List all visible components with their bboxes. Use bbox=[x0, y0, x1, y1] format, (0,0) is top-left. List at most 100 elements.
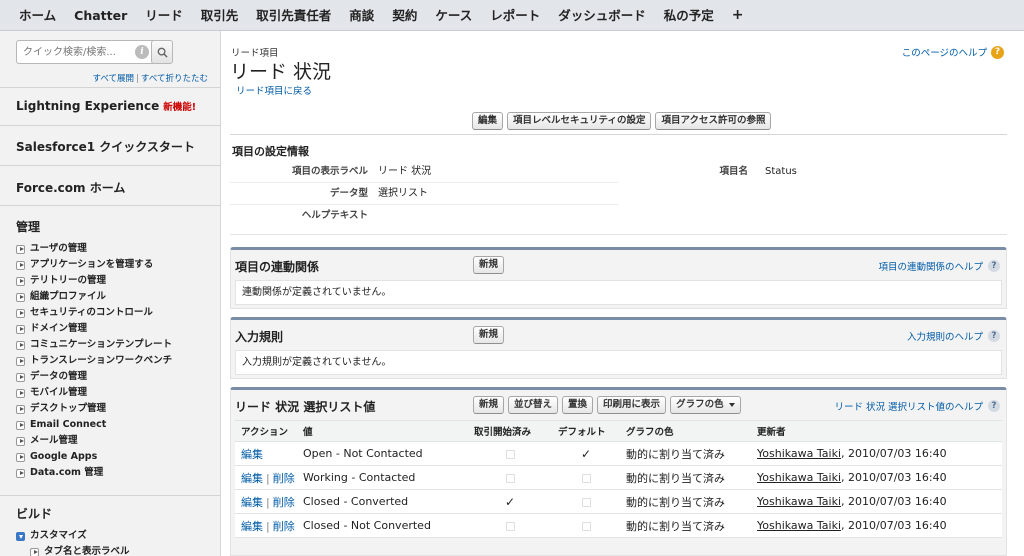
picklist-help-link[interactable]: リード 状況 選択リスト値のヘルプ? bbox=[834, 399, 1000, 413]
table-row: 編集 Open - Not Contacted ✓ 動的に割り当て済み Yoshikaw… bbox=[235, 441, 1002, 466]
collapse-icon[interactable] bbox=[16, 531, 25, 541]
tab-home[interactable]: ホーム bbox=[10, 0, 65, 31]
back-to-lead-fields-link[interactable]: リード項目に戻る bbox=[236, 83, 312, 97]
delete-value-link[interactable]: 削除 bbox=[273, 520, 295, 533]
sidebar-item-customize[interactable]: カスタマイズ bbox=[16, 528, 130, 544]
row-chart-color: 動的に割り当て済み bbox=[620, 441, 751, 466]
table-row: 編集 | 削除 Closed - Not Converted 動的に割り当て済み Yosh… bbox=[235, 513, 1002, 538]
help-text-row: ヘルプテキスト bbox=[230, 205, 1007, 235]
edit-value-link[interactable]: 編集 bbox=[241, 472, 263, 485]
new-value-button[interactable]: 新規 bbox=[473, 396, 505, 414]
tab-opportunities[interactable]: 商談 bbox=[340, 0, 383, 31]
sidebar-item-email-connect[interactable]: Email Connect bbox=[16, 417, 172, 433]
expand-icon[interactable] bbox=[16, 324, 25, 334]
validation-empty-message: 入力規則が定義されていません。 bbox=[235, 350, 1002, 375]
modified-by-user-link[interactable]: Yoshikawa Taiki bbox=[757, 495, 841, 508]
lightning-experience-link[interactable]: Lightning Experience 新機能! bbox=[16, 99, 196, 113]
replace-button[interactable]: 置換 bbox=[562, 396, 594, 414]
expand-icon[interactable] bbox=[16, 276, 25, 286]
expand-icon[interactable] bbox=[16, 244, 25, 254]
sidebar-item-google-apps[interactable]: Google Apps bbox=[16, 449, 172, 465]
quick-search-input[interactable] bbox=[23, 44, 133, 60]
tab-reports[interactable]: レポート bbox=[481, 0, 549, 31]
expand-icon[interactable] bbox=[16, 356, 25, 366]
field-info-section: 項目の設定情報 項目の表示ラベル リード 状況 項目名 Status データ型 … bbox=[230, 134, 1007, 244]
info-icon[interactable]: i bbox=[135, 45, 149, 59]
tab-contacts[interactable]: 取引先責任者 bbox=[247, 0, 340, 31]
lightning-section: Lightning Experience 新機能! bbox=[0, 87, 220, 125]
expand-icon[interactable] bbox=[16, 292, 25, 302]
search-button[interactable] bbox=[151, 40, 173, 64]
salesforce1-quickstart-link[interactable]: Salesforce1 クイックスタート bbox=[16, 138, 195, 155]
top-tab-bar: ホーム Chatter リード 取引先 取引先責任者 商談 契約 ケース レポー… bbox=[0, 0, 1024, 31]
sidebar-item-datacom[interactable]: Data.com 管理 bbox=[16, 465, 172, 481]
page-help-link[interactable]: このページのヘルプ ? bbox=[902, 45, 1004, 59]
tab-leads[interactable]: リード bbox=[136, 0, 192, 31]
row-actions: 編集 | 削除 bbox=[235, 465, 297, 490]
field-label-value: リード 状況 bbox=[378, 166, 432, 177]
expand-icon[interactable] bbox=[16, 468, 25, 478]
sidebar-item-mobile[interactable]: モバイル管理 bbox=[16, 385, 172, 401]
dependencies-help-link[interactable]: 項目の連動関係のヘルプ? bbox=[878, 259, 1000, 273]
sidebar-item-desktop[interactable]: デスクトップ管理 bbox=[16, 401, 172, 417]
tab-dashboards[interactable]: ダッシュボード bbox=[549, 0, 655, 31]
help-text-label: ヘルプテキスト bbox=[301, 210, 368, 221]
row-value: Open - Not Contacted bbox=[297, 441, 468, 466]
tab-my-schedule[interactable]: 私の予定 bbox=[655, 0, 723, 31]
expand-icon[interactable] bbox=[30, 547, 39, 556]
field-security-button[interactable]: 項目レベルセキュリティの設定 bbox=[507, 112, 652, 130]
row-converted: ✓ bbox=[468, 489, 552, 514]
chart-colors-dropdown[interactable]: グラフの色 bbox=[670, 396, 741, 414]
sidebar-item-data[interactable]: データの管理 bbox=[16, 369, 172, 385]
forcecom-home-link[interactable]: Force.com ホーム bbox=[16, 179, 125, 196]
dependencies-empty-message: 連動関係が定義されていません。 bbox=[235, 280, 1002, 305]
reorder-button[interactable]: 並び替え bbox=[508, 396, 559, 414]
tab-accounts[interactable]: 取引先 bbox=[192, 0, 248, 31]
new-validation-button[interactable]: 新規 bbox=[473, 326, 505, 344]
edit-value-link[interactable]: 編集 bbox=[241, 448, 263, 461]
sidebar-item-translation[interactable]: トランスレーションワークベンチ bbox=[16, 353, 172, 369]
delete-value-link[interactable]: 削除 bbox=[273, 472, 295, 485]
row-default bbox=[552, 513, 620, 538]
expand-icon[interactable] bbox=[16, 452, 25, 462]
sidebar-item-security[interactable]: セキュリティのコントロール bbox=[16, 305, 172, 321]
modified-by-user-link[interactable]: Yoshikawa Taiki bbox=[757, 519, 841, 532]
edit-value-link[interactable]: 編集 bbox=[241, 496, 263, 509]
validation-buttons: 新規 bbox=[473, 326, 505, 344]
unchecked-icon bbox=[581, 497, 591, 507]
tab-cases[interactable]: ケース bbox=[426, 0, 481, 31]
new-dependency-button[interactable]: 新規 bbox=[473, 256, 505, 274]
sidebar-item-tab-names[interactable]: タブ名と表示ラベル bbox=[16, 544, 130, 556]
sidebar-item-apps[interactable]: アプリケーションを管理する bbox=[16, 257, 172, 273]
sidebar-item-email-admin[interactable]: メール管理 bbox=[16, 433, 172, 449]
modified-by-user-link[interactable]: Yoshikawa Taiki bbox=[757, 471, 841, 484]
delete-value-link[interactable]: 削除 bbox=[273, 496, 295, 509]
sidebar-item-users[interactable]: ユーザの管理 bbox=[16, 241, 172, 257]
action-separator: | bbox=[266, 495, 270, 509]
modified-by-user-link[interactable]: Yoshikawa Taiki bbox=[757, 447, 841, 460]
edit-value-link[interactable]: 編集 bbox=[241, 520, 263, 533]
tab-contracts[interactable]: 契約 bbox=[383, 0, 426, 31]
expand-icon[interactable] bbox=[16, 436, 25, 446]
col-default: デフォルト bbox=[552, 420, 620, 442]
sidebar-item-domains[interactable]: ドメイン管理 bbox=[16, 321, 172, 337]
printable-view-button[interactable]: 印刷用に表示 bbox=[597, 396, 667, 414]
expand-all-link[interactable]: すべて展開 bbox=[92, 74, 134, 84]
tab-chatter[interactable]: Chatter bbox=[65, 0, 136, 31]
edit-button[interactable]: 編集 bbox=[472, 112, 504, 130]
action-separator: | bbox=[266, 471, 270, 485]
expand-icon[interactable] bbox=[16, 404, 25, 414]
expand-icon[interactable] bbox=[16, 388, 25, 398]
sidebar-item-territories[interactable]: テリトリーの管理 bbox=[16, 273, 172, 289]
expand-icon[interactable] bbox=[16, 260, 25, 270]
expand-icon[interactable] bbox=[16, 420, 25, 430]
add-tab-icon[interactable]: + bbox=[723, 0, 753, 31]
expand-icon[interactable] bbox=[16, 372, 25, 382]
sidebar-item-templates[interactable]: コミュニケーションテンプレート bbox=[16, 337, 172, 353]
expand-icon[interactable] bbox=[16, 340, 25, 350]
validation-help-link[interactable]: 入力規則のヘルプ? bbox=[907, 329, 1000, 343]
sidebar-item-org-profile[interactable]: 組織プロファイル bbox=[16, 289, 172, 305]
collapse-all-link[interactable]: すべて折りたたむ bbox=[141, 74, 208, 84]
expand-icon[interactable] bbox=[16, 308, 25, 318]
field-access-button[interactable]: 項目アクセス許可の参照 bbox=[655, 112, 772, 130]
